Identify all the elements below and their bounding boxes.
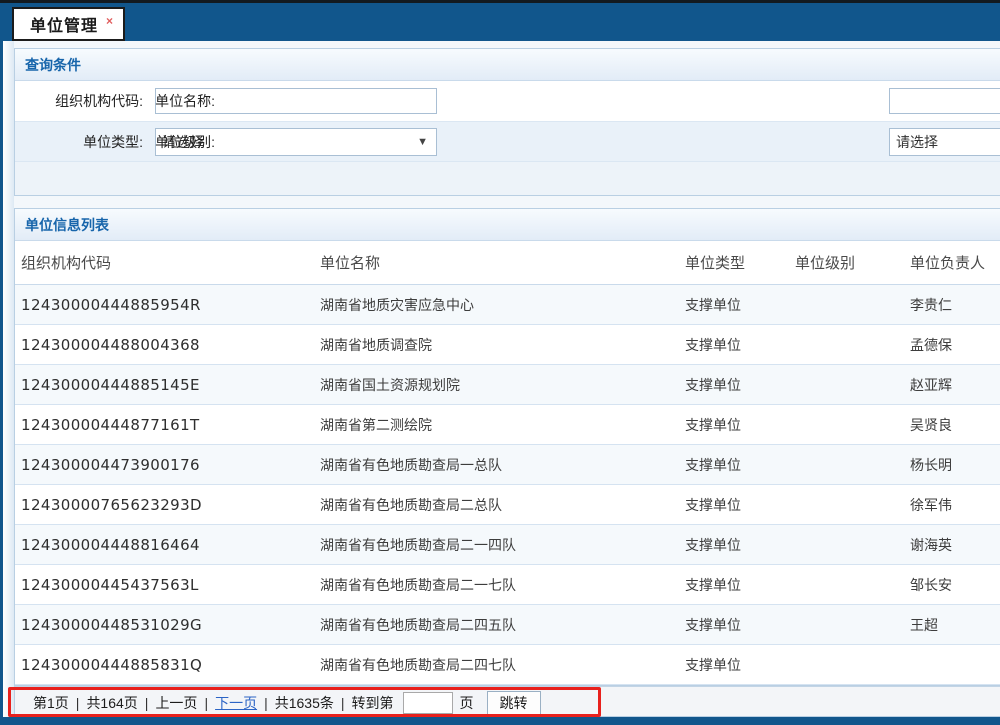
query-panel-header: 查询条件 — [15, 49, 1000, 81]
cell-name: 湖南省国土资源规划院 — [320, 375, 671, 395]
cell-code: 12430000444885954R — [15, 296, 320, 314]
unit-level-value: 请选择 — [896, 134, 938, 150]
cell-person: 王超 — [896, 615, 1000, 635]
cell-type: 支撑单位 — [671, 535, 781, 555]
prev-page-link[interactable]: 上一页 — [155, 693, 197, 713]
col-header-code: 组织机构代码 — [15, 252, 320, 273]
goto-page-input[interactable] — [403, 692, 453, 714]
table-row[interactable]: 124300004448816464 湖南省有色地质勘查局二一四队 支撑单位 谢… — [15, 525, 1000, 565]
cell-person: 谢海英 — [896, 535, 1000, 555]
unit-level-select[interactable]: 请选择 — [889, 128, 1000, 156]
cell-name: 湖南省有色地质勘查局二一四队 — [320, 535, 671, 555]
app-window: 单位管理 × 查询条件 组织机构代码: 单位名称: 单位类型: 请选择 ▼ 单位… — [0, 0, 1000, 725]
cell-type: 支撑单位 — [671, 295, 781, 315]
cell-name: 湖南省地质灾害应急中心 — [320, 295, 671, 315]
query-panel-footer — [15, 161, 1000, 195]
separator: | — [204, 695, 208, 711]
table-row[interactable]: 12430000448531029G 湖南省有色地质勘查局二四五队 支撑单位 王… — [15, 605, 1000, 645]
cell-type: 支撑单位 — [671, 415, 781, 435]
bottom-edge-strip — [0, 717, 1000, 725]
cell-person: 徐军伟 — [896, 495, 1000, 515]
cell-type: 支撑单位 — [671, 655, 781, 675]
form-row-2: 单位类型: 请选择 ▼ 单位级别: 请选择 — [15, 121, 1000, 161]
cell-name: 湖南省有色地质勘查局一总队 — [320, 455, 671, 475]
cell-code: 12430000445437563L — [15, 576, 320, 594]
cell-name: 湖南省有色地质勘查局二一七队 — [320, 575, 671, 595]
jump-button[interactable]: 跳转 — [487, 691, 541, 715]
cell-code: 12430000765623293D — [15, 496, 320, 514]
cell-person: 孟德保 — [896, 335, 1000, 355]
cell-type: 支撑单位 — [671, 375, 781, 395]
cell-code: 12430000448531029G — [15, 616, 320, 634]
tab-bar: 单位管理 × — [0, 3, 1000, 41]
total-pages-label: 共164页 — [86, 693, 137, 713]
cell-person: 邹长安 — [896, 575, 1000, 595]
table-row[interactable]: 12430000444885145E 湖南省国土资源规划院 支撑单位 赵亚辉 — [15, 365, 1000, 405]
cell-code: 124300004488004368 — [15, 336, 320, 354]
query-panel: 查询条件 组织机构代码: 单位名称: 单位类型: 请选择 ▼ 单位级别: 请选择 — [14, 48, 1000, 196]
cell-code: 12430000444885831Q — [15, 656, 320, 674]
close-icon[interactable]: × — [106, 14, 113, 28]
cell-person: 赵亚辉 — [896, 375, 1000, 395]
cell-type: 支撑单位 — [671, 495, 781, 515]
cell-name: 湖南省第二测绘院 — [320, 415, 671, 435]
cell-person: 吴贤良 — [896, 415, 1000, 435]
chevron-down-icon: ▼ — [417, 129, 428, 155]
unit-level-label: 单位级别: — [15, 122, 215, 162]
query-panel-title: 查询条件 — [25, 57, 81, 73]
cell-name: 湖南省地质调查院 — [320, 335, 671, 355]
list-panel: 单位信息列表 组织机构代码 单位名称 单位类型 单位级别 单位负责人 12430… — [14, 208, 1000, 686]
cell-name: 湖南省有色地质勘查局二四七队 — [320, 655, 671, 675]
unit-name-label: 单位名称: — [15, 81, 215, 121]
current-page-label: 第1页 — [33, 693, 69, 713]
col-header-level: 单位级别 — [781, 252, 896, 273]
col-header-name: 单位名称 — [320, 252, 671, 273]
left-soft-strip — [3, 41, 14, 717]
next-page-link[interactable]: 下一页 — [215, 693, 257, 713]
table-header-row: 组织机构代码 单位名称 单位类型 单位级别 单位负责人 — [15, 241, 1000, 285]
unit-name-input[interactable] — [889, 88, 1000, 114]
cell-code: 124300004473900176 — [15, 456, 320, 474]
table-row[interactable]: 124300004488004368 湖南省地质调查院 支撑单位 孟德保 — [15, 325, 1000, 365]
pagination-controls: 第1页 | 共164页 | 上一页 | 下一页 | 共1635条 | 转到第 页… — [33, 687, 541, 718]
cell-person: 杨长明 — [896, 455, 1000, 475]
table-row[interactable]: 12430000765623293D 湖南省有色地质勘查局二总队 支撑单位 徐军… — [15, 485, 1000, 525]
cell-type: 支撑单位 — [671, 455, 781, 475]
goto-suffix-label: 页 — [460, 693, 474, 713]
cell-person: 李贵仁 — [896, 295, 1000, 315]
table-row[interactable]: 12430000445437563L 湖南省有色地质勘查局二一七队 支撑单位 邹… — [15, 565, 1000, 605]
separator: | — [264, 695, 268, 711]
separator: | — [145, 695, 149, 711]
total-records-label: 共1635条 — [275, 693, 334, 713]
tab-unit-management[interactable]: 单位管理 × — [12, 7, 125, 41]
list-panel-header: 单位信息列表 — [15, 209, 1000, 241]
form-row-1: 组织机构代码: 单位名称: — [15, 81, 1000, 121]
cell-code: 124300004448816464 — [15, 536, 320, 554]
tab-title: 单位管理 — [30, 12, 98, 36]
cell-type: 支撑单位 — [671, 615, 781, 635]
separator: | — [76, 695, 80, 711]
cell-code: 12430000444877161T — [15, 416, 320, 434]
pagination-bar: 第1页 | 共164页 | 上一页 | 下一页 | 共1635条 | 转到第 页… — [14, 686, 1000, 717]
table-row[interactable]: 12430000444877161T 湖南省第二测绘院 支撑单位 吴贤良 — [15, 405, 1000, 445]
cell-name: 湖南省有色地质勘查局二四五队 — [320, 615, 671, 635]
cell-name: 湖南省有色地质勘查局二总队 — [320, 495, 671, 515]
table-row[interactable]: 124300004473900176 湖南省有色地质勘查局一总队 支撑单位 杨长… — [15, 445, 1000, 485]
col-header-type: 单位类型 — [671, 252, 781, 273]
table-row[interactable]: 12430000444885831Q 湖南省有色地质勘查局二四七队 支撑单位 — [15, 645, 1000, 685]
separator: | — [341, 695, 345, 711]
cell-type: 支撑单位 — [671, 335, 781, 355]
cell-type: 支撑单位 — [671, 575, 781, 595]
cell-code: 12430000444885145E — [15, 376, 320, 394]
goto-prefix-label: 转到第 — [352, 693, 394, 713]
table-row[interactable]: 12430000444885954R 湖南省地质灾害应急中心 支撑单位 李贵仁 — [15, 285, 1000, 325]
col-header-person: 单位负责人 — [896, 252, 1000, 273]
list-panel-title: 单位信息列表 — [25, 217, 109, 233]
